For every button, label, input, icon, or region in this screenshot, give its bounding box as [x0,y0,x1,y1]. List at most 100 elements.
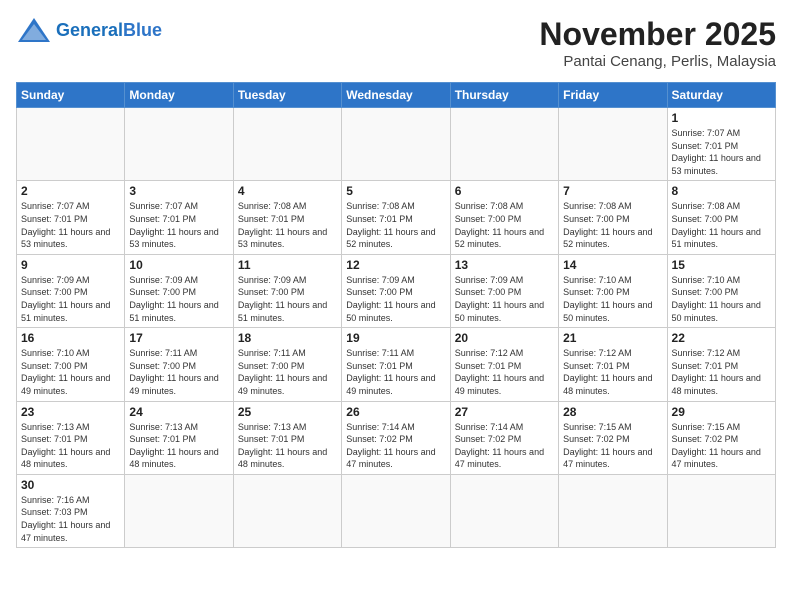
table-row: 5Sunrise: 7:08 AMSunset: 7:01 PMDaylight… [342,181,450,254]
month-title: November 2025 [539,16,776,53]
header-monday: Monday [125,83,233,108]
table-row: 19 Sunrise: 7:11 AMSunset: 7:01 PMDayligh… [342,328,450,401]
logo-icon [16,16,52,44]
logo: GeneralBlue [16,16,162,44]
day-number: 19 [346,331,445,345]
table-row [342,108,450,181]
header-sunday: Sunday [17,83,125,108]
day-info: Sunrise: 7:14 AMSunset: 7:02 PMDaylight:… [455,421,554,471]
day-number: 14 [563,258,662,272]
table-row: 24 Sunrise: 7:13 AMSunset: 7:01 PMDayligh… [125,401,233,474]
day-info: Sunrise: 7:08 AMSunset: 7:00 PMDaylight:… [563,200,662,250]
table-row [125,108,233,181]
calendar-week-row: 9 Sunrise: 7:09 AMSunset: 7:00 PMDaylight… [17,254,776,327]
table-row: 13 Sunrise: 7:09 AMSunset: 7:00 PMDayligh… [450,254,558,327]
header-friday: Friday [559,83,667,108]
day-number: 27 [455,405,554,419]
calendar-week-row: 30Sunrise: 7:16 AMSunset: 7:03 PMDayligh… [17,474,776,547]
day-info: Sunrise: 7:09 AMSunset: 7:00 PMDaylight:… [346,274,445,324]
table-row: 10 Sunrise: 7:09 AMSunset: 7:00 PMDayligh… [125,254,233,327]
calendar-week-row: 16Sunrise: 7:10 AMSunset: 7:00 PMDayligh… [17,328,776,401]
day-info: Sunrise: 7:08 AMSunset: 7:00 PMDaylight:… [672,200,771,250]
day-number: 1 [672,111,771,125]
table-row: 6 Sunrise: 7:08 AMSunset: 7:00 PMDaylight… [450,181,558,254]
table-row: 2Sunrise: 7:07 AMSunset: 7:01 PMDaylight… [17,181,125,254]
day-info: Sunrise: 7:14 AMSunset: 7:02 PMDaylight:… [346,421,445,471]
day-info: Sunrise: 7:12 AMSunset: 7:01 PMDaylight:… [672,347,771,397]
table-row [450,108,558,181]
day-number: 22 [672,331,771,345]
day-number: 24 [129,405,228,419]
table-row: 28 Sunrise: 7:15 AMSunset: 7:02 PMDayligh… [559,401,667,474]
table-row [559,108,667,181]
table-row: 17 Sunrise: 7:11 AMSunset: 7:00 PMDayligh… [125,328,233,401]
day-number: 28 [563,405,662,419]
day-info: Sunrise: 7:15 AMSunset: 7:02 PMDaylight:… [563,421,662,471]
day-info: Sunrise: 7:10 AMSunset: 7:00 PMDaylight:… [21,347,120,397]
day-number: 2 [21,184,120,198]
day-info: Sunrise: 7:13 AMSunset: 7:01 PMDaylight:… [129,421,228,471]
day-info: Sunrise: 7:09 AMSunset: 7:00 PMDaylight:… [129,274,228,324]
day-number: 10 [129,258,228,272]
day-number: 20 [455,331,554,345]
day-info: Sunrise: 7:08 AMSunset: 7:01 PMDaylight:… [346,200,445,250]
table-row: 1 Sunrise: 7:07 AMSunset: 7:01 PMDaylight… [667,108,775,181]
table-row: 23Sunrise: 7:13 AMSunset: 7:01 PMDayligh… [17,401,125,474]
day-number: 6 [455,184,554,198]
day-number: 8 [672,184,771,198]
day-info: Sunrise: 7:12 AMSunset: 7:01 PMDaylight:… [455,347,554,397]
day-info: Sunrise: 7:15 AMSunset: 7:02 PMDaylight:… [672,421,771,471]
table-row [233,108,341,181]
table-row [17,108,125,181]
day-number: 7 [563,184,662,198]
day-info: Sunrise: 7:07 AMSunset: 7:01 PMDaylight:… [129,200,228,250]
calendar-week-row: 23 Sunrise: 7:13 AMSunset: 7:01 PMDayligh… [17,401,776,474]
day-info: Sunrise: 7:11 AMSunset: 7:00 PMDaylight:… [129,347,228,397]
table-row: 26 Sunrise: 7:14 AMSunset: 7:02 PMDayligh… [342,401,450,474]
day-info: Sunrise: 7:09 AMSunset: 7:00 PMDaylight:… [455,274,554,324]
table-row: 21Sunrise: 7:12 AMSunset: 7:01 PMDayligh… [559,328,667,401]
day-info: Sunrise: 7:13 AMSunset: 7:01 PMDaylight:… [238,421,337,471]
day-number: 12 [346,258,445,272]
day-number: 15 [672,258,771,272]
day-number: 17 [129,331,228,345]
day-info: Sunrise: 7:12 AMSunset: 7:01 PMDaylight:… [563,347,662,397]
table-row [233,474,341,547]
location-title: Pantai Cenang, Perlis, Malaysia [539,53,776,70]
day-info: Sunrise: 7:09 AMSunset: 7:00 PMDaylight:… [238,274,337,324]
table-row [342,474,450,547]
day-number: 29 [672,405,771,419]
day-info: Sunrise: 7:10 AMSunset: 7:00 PMDaylight:… [672,274,771,324]
table-row: 20 Sunrise: 7:12 AMSunset: 7:01 PMDayligh… [450,328,558,401]
logo-blue: Blue [123,20,162,40]
day-info: Sunrise: 7:11 AMSunset: 7:01 PMDaylight:… [346,347,445,397]
table-row: 30Sunrise: 7:16 AMSunset: 7:03 PMDayligh… [17,474,125,547]
day-number: 13 [455,258,554,272]
day-info: Sunrise: 7:08 AMSunset: 7:00 PMDaylight:… [455,200,554,250]
table-row: 7 Sunrise: 7:08 AMSunset: 7:00 PMDaylight… [559,181,667,254]
table-row: 25 Sunrise: 7:13 AMSunset: 7:01 PMDayligh… [233,401,341,474]
day-number: 25 [238,405,337,419]
calendar-week-row: 2 Sunrise: 7:07 AMSunset: 7:01 PMDaylight… [17,181,776,254]
header-saturday: Saturday [667,83,775,108]
header-tuesday: Tuesday [233,83,341,108]
table-row: 11Sunrise: 7:09 AMSunset: 7:00 PMDayligh… [233,254,341,327]
header-wednesday: Wednesday [342,83,450,108]
table-row: 27 Sunrise: 7:14 AMSunset: 7:02 PMDayligh… [450,401,558,474]
day-number: 9 [21,258,120,272]
day-number: 26 [346,405,445,419]
day-number: 3 [129,184,228,198]
table-row: 15 Sunrise: 7:10 AMSunset: 7:00 PMDayligh… [667,254,775,327]
day-info: Sunrise: 7:07 AMSunset: 7:01 PMDaylight:… [672,127,771,177]
table-row: 16Sunrise: 7:10 AMSunset: 7:00 PMDayligh… [17,328,125,401]
day-number: 4 [238,184,337,198]
table-row: 12 Sunrise: 7:09 AMSunset: 7:00 PMDayligh… [342,254,450,327]
header-thursday: Thursday [450,83,558,108]
day-number: 23 [21,405,120,419]
table-row: 29 Sunrise: 7:15 AMSunset: 7:02 PMDayligh… [667,401,775,474]
page-header: GeneralBlue November 2025 Pantai Cenang,… [16,16,776,70]
table-row: 4Sunrise: 7:08 AMSunset: 7:01 PMDaylight… [233,181,341,254]
table-row: 9Sunrise: 7:09 AMSunset: 7:00 PMDaylight… [17,254,125,327]
table-row: 14Sunrise: 7:10 AMSunset: 7:00 PMDayligh… [559,254,667,327]
calendar-week-row: 1 Sunrise: 7:07 AMSunset: 7:01 PMDaylight… [17,108,776,181]
